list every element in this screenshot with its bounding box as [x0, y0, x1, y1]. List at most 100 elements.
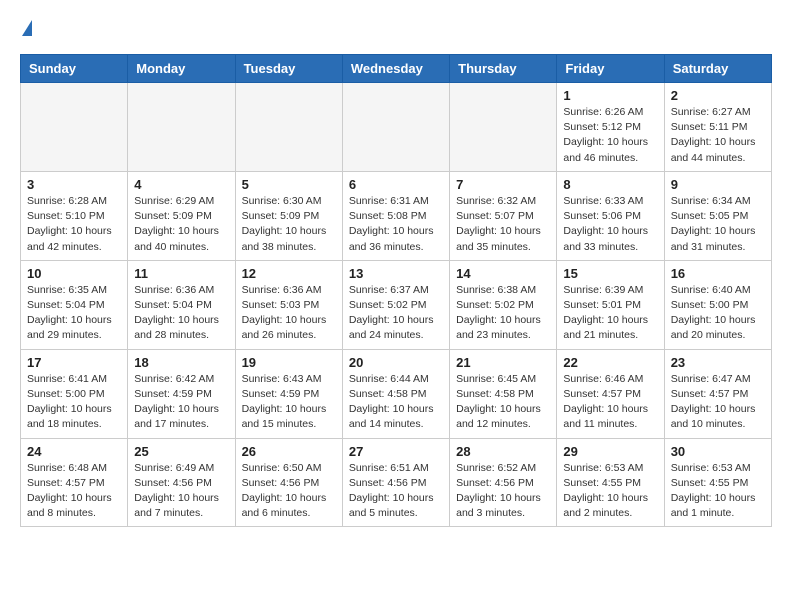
- day-info: Sunrise: 6:39 AMSunset: 5:01 PMDaylight:…: [563, 283, 657, 344]
- day-number: 24: [27, 444, 121, 459]
- day-number: 21: [456, 355, 550, 370]
- col-header-friday: Friday: [557, 55, 664, 83]
- day-info: Sunrise: 6:36 AMSunset: 5:03 PMDaylight:…: [242, 283, 336, 344]
- day-number: 5: [242, 177, 336, 192]
- day-info: Sunrise: 6:41 AMSunset: 5:00 PMDaylight:…: [27, 372, 121, 433]
- calendar-cell: 12 Sunrise: 6:36 AMSunset: 5:03 PMDayligh…: [235, 260, 342, 349]
- day-info: Sunrise: 6:32 AMSunset: 5:07 PMDaylight:…: [456, 194, 550, 255]
- calendar-cell: 5 Sunrise: 6:30 AMSunset: 5:09 PMDaylight…: [235, 171, 342, 260]
- day-number: 22: [563, 355, 657, 370]
- calendar-table: SundayMondayTuesdayWednesdayThursdayFrid…: [20, 54, 772, 527]
- calendar-cell: 30Sunrise: 6:53 AMSunset: 4:55 PMDayligh…: [664, 438, 771, 527]
- calendar-cell: 2 Sunrise: 6:27 AMSunset: 5:11 PMDaylight…: [664, 83, 771, 172]
- day-number: 15: [563, 266, 657, 281]
- day-info: Sunrise: 6:35 AMSunset: 5:04 PMDaylight:…: [27, 283, 121, 344]
- day-number: 16: [671, 266, 765, 281]
- day-number: 23: [671, 355, 765, 370]
- day-number: 12: [242, 266, 336, 281]
- calendar-cell: 17 Sunrise: 6:41 AMSunset: 5:00 PMDayligh…: [21, 349, 128, 438]
- calendar-cell: [450, 83, 557, 172]
- logo: [20, 20, 32, 38]
- calendar-header-row: SundayMondayTuesdayWednesdayThursdayFrid…: [21, 55, 772, 83]
- calendar-cell: 4Sunrise: 6:29 AMSunset: 5:09 PMDaylight…: [128, 171, 235, 260]
- calendar-cell: 25 Sunrise: 6:49 AMSunset: 4:56 PMDayligh…: [128, 438, 235, 527]
- day-number: 19: [242, 355, 336, 370]
- calendar-cell: 11Sunrise: 6:36 AMSunset: 5:04 PMDayligh…: [128, 260, 235, 349]
- day-info: Sunrise: 6:48 AMSunset: 4:57 PMDaylight:…: [27, 461, 121, 522]
- day-info: Sunrise: 6:53 AMSunset: 4:55 PMDaylight:…: [671, 461, 765, 522]
- day-number: 8: [563, 177, 657, 192]
- day-number: 9: [671, 177, 765, 192]
- calendar-cell: 20 Sunrise: 6:44 AMSunset: 4:58 PMDayligh…: [342, 349, 449, 438]
- day-info: Sunrise: 6:28 AMSunset: 5:10 PMDaylight:…: [27, 194, 121, 255]
- calendar-cell: 28 Sunrise: 6:52 AMSunset: 4:56 PMDayligh…: [450, 438, 557, 527]
- day-info: Sunrise: 6:52 AMSunset: 4:56 PMDaylight:…: [456, 461, 550, 522]
- day-number: 10: [27, 266, 121, 281]
- calendar-cell: 1 Sunrise: 6:26 AMSunset: 5:12 PMDaylight…: [557, 83, 664, 172]
- calendar-cell: 7 Sunrise: 6:32 AMSunset: 5:07 PMDaylight…: [450, 171, 557, 260]
- day-info: Sunrise: 6:36 AMSunset: 5:04 PMDaylight:…: [134, 283, 228, 344]
- day-info: Sunrise: 6:53 AMSunset: 4:55 PMDaylight:…: [563, 461, 657, 522]
- day-info: Sunrise: 6:27 AMSunset: 5:11 PMDaylight:…: [671, 105, 765, 166]
- page-header: [20, 20, 772, 38]
- day-number: 18: [134, 355, 228, 370]
- calendar-cell: 8 Sunrise: 6:33 AMSunset: 5:06 PMDaylight…: [557, 171, 664, 260]
- day-number: 29: [563, 444, 657, 459]
- calendar-cell: 18 Sunrise: 6:42 AMSunset: 4:59 PMDayligh…: [128, 349, 235, 438]
- day-number: 3: [27, 177, 121, 192]
- logo-triangle-icon: [22, 20, 32, 36]
- calendar-cell: 21 Sunrise: 6:45 AMSunset: 4:58 PMDayligh…: [450, 349, 557, 438]
- day-info: Sunrise: 6:40 AMSunset: 5:00 PMDaylight:…: [671, 283, 765, 344]
- day-info: Sunrise: 6:42 AMSunset: 4:59 PMDaylight:…: [134, 372, 228, 433]
- col-header-sunday: Sunday: [21, 55, 128, 83]
- calendar-cell: 23Sunrise: 6:47 AMSunset: 4:57 PMDayligh…: [664, 349, 771, 438]
- day-number: 1: [563, 88, 657, 103]
- day-number: 17: [27, 355, 121, 370]
- calendar-cell: 15 Sunrise: 6:39 AMSunset: 5:01 PMDayligh…: [557, 260, 664, 349]
- calendar-cell: 27 Sunrise: 6:51 AMSunset: 4:56 PMDayligh…: [342, 438, 449, 527]
- calendar-cell: 26Sunrise: 6:50 AMSunset: 4:56 PMDayligh…: [235, 438, 342, 527]
- day-info: Sunrise: 6:33 AMSunset: 5:06 PMDaylight:…: [563, 194, 657, 255]
- day-number: 6: [349, 177, 443, 192]
- calendar-cell: [21, 83, 128, 172]
- col-header-monday: Monday: [128, 55, 235, 83]
- day-number: 2: [671, 88, 765, 103]
- calendar-cell: 14 Sunrise: 6:38 AMSunset: 5:02 PMDayligh…: [450, 260, 557, 349]
- day-number: 25: [134, 444, 228, 459]
- week-row-2: 10 Sunrise: 6:35 AMSunset: 5:04 PMDayligh…: [21, 260, 772, 349]
- day-info: Sunrise: 6:38 AMSunset: 5:02 PMDaylight:…: [456, 283, 550, 344]
- col-header-thursday: Thursday: [450, 55, 557, 83]
- day-info: Sunrise: 6:26 AMSunset: 5:12 PMDaylight:…: [563, 105, 657, 166]
- day-info: Sunrise: 6:44 AMSunset: 4:58 PMDaylight:…: [349, 372, 443, 433]
- day-info: Sunrise: 6:43 AMSunset: 4:59 PMDaylight:…: [242, 372, 336, 433]
- calendar-cell: 3 Sunrise: 6:28 AMSunset: 5:10 PMDaylight…: [21, 171, 128, 260]
- day-number: 13: [349, 266, 443, 281]
- week-row-0: 1 Sunrise: 6:26 AMSunset: 5:12 PMDaylight…: [21, 83, 772, 172]
- day-number: 14: [456, 266, 550, 281]
- day-info: Sunrise: 6:51 AMSunset: 4:56 PMDaylight:…: [349, 461, 443, 522]
- calendar-cell: [342, 83, 449, 172]
- day-info: Sunrise: 6:37 AMSunset: 5:02 PMDaylight:…: [349, 283, 443, 344]
- week-row-4: 24 Sunrise: 6:48 AMSunset: 4:57 PMDayligh…: [21, 438, 772, 527]
- calendar-cell: 24 Sunrise: 6:48 AMSunset: 4:57 PMDayligh…: [21, 438, 128, 527]
- day-info: Sunrise: 6:30 AMSunset: 5:09 PMDaylight:…: [242, 194, 336, 255]
- calendar-cell: 22Sunrise: 6:46 AMSunset: 4:57 PMDayligh…: [557, 349, 664, 438]
- calendar-cell: 29 Sunrise: 6:53 AMSunset: 4:55 PMDayligh…: [557, 438, 664, 527]
- calendar-cell: [235, 83, 342, 172]
- calendar-cell: [128, 83, 235, 172]
- day-number: 20: [349, 355, 443, 370]
- week-row-3: 17 Sunrise: 6:41 AMSunset: 5:00 PMDayligh…: [21, 349, 772, 438]
- calendar-cell: 16 Sunrise: 6:40 AMSunset: 5:00 PMDayligh…: [664, 260, 771, 349]
- day-number: 27: [349, 444, 443, 459]
- day-info: Sunrise: 6:49 AMSunset: 4:56 PMDaylight:…: [134, 461, 228, 522]
- calendar-cell: 6Sunrise: 6:31 AMSunset: 5:08 PMDaylight…: [342, 171, 449, 260]
- day-info: Sunrise: 6:50 AMSunset: 4:56 PMDaylight:…: [242, 461, 336, 522]
- col-header-tuesday: Tuesday: [235, 55, 342, 83]
- calendar-cell: 13 Sunrise: 6:37 AMSunset: 5:02 PMDayligh…: [342, 260, 449, 349]
- day-number: 28: [456, 444, 550, 459]
- day-info: Sunrise: 6:29 AMSunset: 5:09 PMDaylight:…: [134, 194, 228, 255]
- day-number: 7: [456, 177, 550, 192]
- day-info: Sunrise: 6:34 AMSunset: 5:05 PMDaylight:…: [671, 194, 765, 255]
- col-header-saturday: Saturday: [664, 55, 771, 83]
- day-info: Sunrise: 6:45 AMSunset: 4:58 PMDaylight:…: [456, 372, 550, 433]
